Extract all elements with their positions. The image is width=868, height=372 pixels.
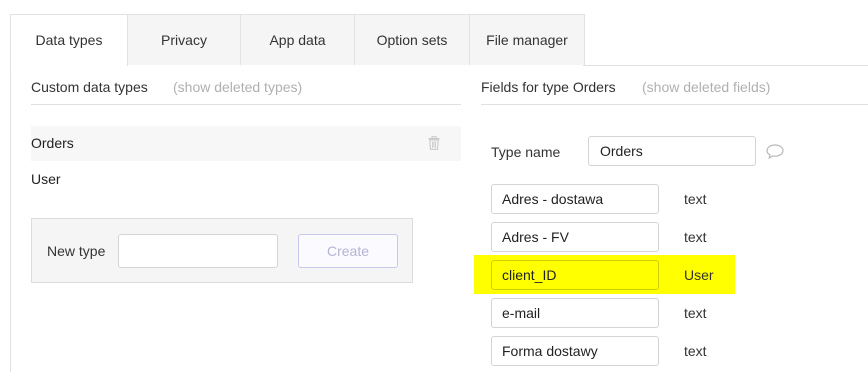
field-type-label[interactable]: User	[684, 267, 714, 283]
tab-file-manager[interactable]: File manager	[469, 14, 585, 65]
tab-bar-baseline	[583, 65, 868, 66]
field-type-label[interactable]: text	[684, 229, 707, 245]
field-type-label[interactable]: text	[684, 191, 707, 207]
custom-data-types-title: Custom data types	[31, 79, 148, 95]
field-type-label[interactable]: text	[684, 343, 707, 359]
tab-data-types[interactable]: Data types	[10, 14, 128, 66]
show-deleted-types-link[interactable]: (show deleted types)	[173, 79, 302, 95]
type-item-orders[interactable]: Orders	[31, 126, 461, 161]
tab-option-sets[interactable]: Option sets	[354, 14, 470, 65]
field-name-input[interactable]: Forma dostawy	[491, 336, 659, 366]
tab-app-data[interactable]: App data	[240, 14, 355, 65]
field-name-input[interactable]: e-mail	[491, 298, 659, 328]
type-name-label: Type name	[491, 144, 561, 160]
new-type-input[interactable]	[118, 234, 278, 268]
comment-icon[interactable]	[766, 144, 784, 159]
field-name-input[interactable]: Adres - FV	[491, 222, 659, 252]
show-deleted-fields-link[interactable]: (show deleted fields)	[642, 79, 770, 95]
type-item-user[interactable]: User	[31, 162, 461, 197]
trash-icon[interactable]	[428, 136, 440, 150]
field-name-input[interactable]: Adres - dostawa	[491, 184, 659, 214]
field-type-label[interactable]: text	[684, 305, 707, 321]
type-item-label: Orders	[31, 135, 74, 151]
create-button[interactable]: Create	[298, 234, 398, 268]
right-section-divider	[481, 104, 868, 105]
fields-title: Fields for type Orders	[481, 79, 616, 95]
type-name-input[interactable]: Orders	[588, 136, 756, 166]
field-name-input[interactable]: client_ID	[491, 260, 659, 290]
type-item-label: User	[31, 171, 61, 187]
left-section-divider	[31, 104, 461, 105]
left-border	[10, 65, 11, 372]
new-type-label: New type	[47, 243, 106, 259]
tab-privacy[interactable]: Privacy	[127, 14, 241, 65]
new-type-panel: New type Create	[31, 218, 413, 283]
tab-bar: Data types Privacy App data Option sets …	[10, 14, 868, 66]
